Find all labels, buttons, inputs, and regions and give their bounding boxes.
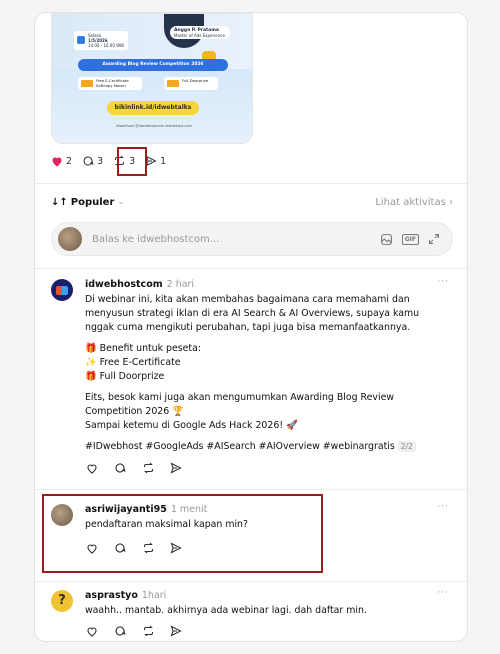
question-icon: ? [58, 593, 66, 608]
page-count-badge: 2/2 [397, 441, 416, 452]
speaker-name-tag: Angga P. Pratama Master of Ads Experience [170, 26, 230, 39]
comment-actions [85, 624, 451, 638]
comment-highlight-box [42, 494, 323, 573]
view-activity-link[interactable]: Lihat aktivitas › [375, 197, 453, 208]
comment-button[interactable] [113, 461, 127, 475]
comment-text: waahh.. mantab. akhirnya ada webinar lag… [85, 605, 367, 616]
chevron-right-icon: › [449, 196, 453, 208]
repost-highlight-box [117, 147, 147, 176]
heart-icon [87, 626, 97, 637]
more-options-icon[interactable]: ··· [437, 502, 449, 512]
repost-icon [143, 462, 153, 474]
like-button[interactable] [85, 461, 99, 475]
comment-icon [83, 156, 94, 166]
divider [35, 268, 467, 269]
post-text: Di webinar ini, kita akan membahas bagai… [85, 294, 420, 452]
divider [35, 183, 467, 184]
heart-filled-icon [52, 157, 62, 166]
repost-icon [143, 625, 153, 637]
divider [35, 581, 467, 582]
sort-bar: ↓↑ Populer ⌄ Lihat aktivitas › [51, 194, 453, 210]
comment-count: 3 [97, 155, 104, 167]
image-icon[interactable] [380, 233, 393, 246]
heart-icon [87, 463, 97, 474]
benefit-pill-2: Full Doorprize [164, 77, 218, 90]
awarding-banner: Awarding Blog Review Competition 2026 [78, 59, 228, 71]
repost-button[interactable] [141, 624, 155, 638]
comment-button[interactable] [113, 624, 127, 638]
repost-button[interactable] [141, 461, 155, 475]
like-stat[interactable]: 2 [51, 156, 72, 167]
benefit-pill-1: Free E-Certificate Softcopy Materi [78, 77, 142, 90]
timestamp: 2 hari [166, 279, 195, 290]
image-footer: idwebhost @idwebhostcom idwebhost.com [116, 124, 192, 128]
share-button[interactable] [169, 624, 183, 638]
like-count: 2 [66, 155, 73, 167]
share-icon [170, 625, 182, 637]
avatar [58, 227, 82, 251]
post-image[interactable]: Angga P. Pratama Master of Ads Experience… [51, 13, 253, 144]
registration-link: bikinlink.id/idwebtalks [107, 101, 199, 115]
comment-icon [115, 626, 126, 636]
more-options-icon[interactable]: ··· [437, 588, 449, 598]
more-options-icon[interactable]: ··· [437, 277, 449, 287]
post-actions [85, 461, 451, 475]
sort-icon: ↓↑ [51, 196, 68, 208]
share-button[interactable] [169, 461, 183, 475]
expand-icon[interactable] [428, 233, 440, 245]
certificate-icon [81, 80, 93, 87]
share-stat[interactable]: 1 [145, 155, 166, 167]
hashtags[interactable]: #IDwebhost #GoogleAds #AISearch #AIOverv… [85, 441, 395, 452]
comment-stat[interactable]: 3 [82, 155, 103, 167]
avatar[interactable]: ? [51, 590, 73, 612]
sort-dropdown[interactable]: ↓↑ Populer ⌄ [51, 197, 125, 208]
share-count: 1 [160, 155, 167, 167]
gif-icon[interactable]: GIF [401, 233, 419, 245]
timestamp: 1hari [141, 590, 167, 601]
gift-icon [167, 80, 179, 87]
username[interactable]: asprastyo [85, 590, 138, 601]
reply-composer[interactable]: Balas ke idwebhostcom... GIF [51, 222, 453, 256]
comment-icon [115, 463, 126, 473]
post-stats: 2 3 3 1 [51, 151, 176, 171]
idwebhost-logo-icon [56, 285, 68, 295]
chevron-down-icon: ⌄ [117, 197, 125, 207]
composer-tools: GIF [380, 233, 440, 246]
username[interactable]: idwebhostcom [85, 279, 163, 290]
reply-input[interactable]: Balas ke idwebhostcom... [92, 234, 380, 245]
date-box: Selasa 1/5/2026 14.00 - 16.00 WIB [74, 31, 128, 50]
share-icon [170, 462, 182, 474]
avatar[interactable] [51, 279, 73, 301]
calendar-icon [77, 36, 85, 44]
divider [35, 489, 467, 490]
sort-label: Populer [70, 196, 115, 208]
like-button[interactable] [85, 624, 99, 638]
